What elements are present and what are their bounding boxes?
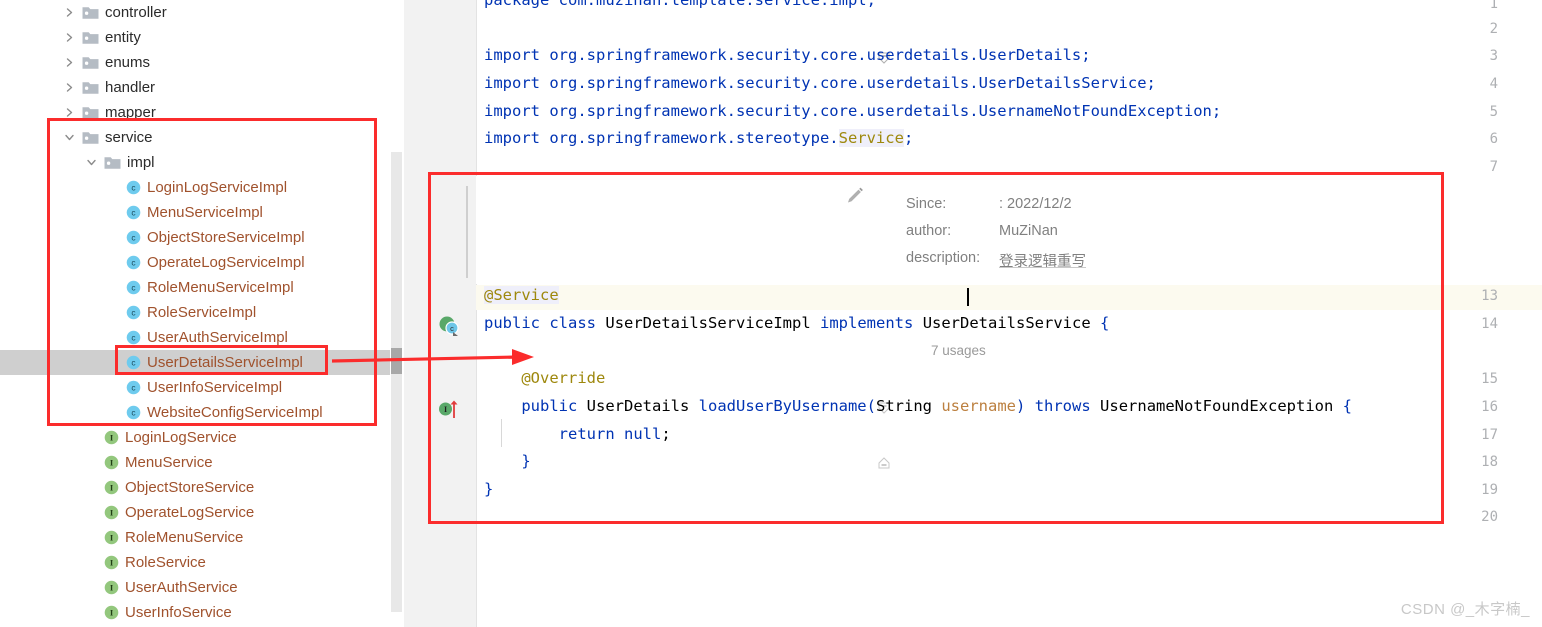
interface-icon: I bbox=[104, 455, 119, 470]
code-line-import-1[interactable]: import org.springframework.security.core… bbox=[484, 46, 1091, 64]
tree-item-objectstoreservice[interactable]: I ObjectStoreService bbox=[0, 475, 390, 500]
tree-item-label: enums bbox=[105, 54, 151, 71]
folder-icon bbox=[82, 80, 99, 95]
interface-icon: I bbox=[104, 480, 119, 495]
line-number: 15 bbox=[1481, 371, 1498, 387]
import-statement-2: import org.springframework.security.core… bbox=[484, 74, 1156, 92]
code-line-import-2[interactable]: import org.springframework.security.core… bbox=[484, 74, 1156, 92]
import-statement-4-class: Service bbox=[838, 129, 904, 147]
import-statement-4-end: ; bbox=[903, 129, 914, 147]
chevron-right-icon[interactable] bbox=[62, 0, 76, 25]
chevron-right-icon[interactable] bbox=[62, 75, 76, 100]
interface-icon: I bbox=[104, 530, 119, 545]
line-number: 7 bbox=[1489, 159, 1498, 175]
line-number: 4 bbox=[1489, 76, 1498, 92]
import-statement-1: import org.springframework.security.core… bbox=[484, 46, 1091, 64]
tree-item-entity[interactable]: entity bbox=[0, 25, 390, 50]
tree-item-label: UserAuthService bbox=[125, 579, 238, 596]
line-number: 5 bbox=[1489, 104, 1498, 120]
import-statement-4-prefix: import org.springframework.stereotype. bbox=[484, 129, 839, 147]
line-number: 13 bbox=[1481, 288, 1498, 304]
tree-item-rolemenuservice[interactable]: I RoleMenuService bbox=[0, 525, 390, 550]
tree-item-label: RoleMenuService bbox=[125, 529, 244, 546]
tree-item-menuservice[interactable]: I MenuService bbox=[0, 450, 390, 475]
ide-window: controller entity enums handler mapper servic… bbox=[0, 0, 1542, 627]
tree-item-label: MenuService bbox=[125, 454, 213, 471]
interface-icon: I bbox=[104, 505, 119, 520]
line-number: 3 bbox=[1489, 48, 1498, 64]
line-number: 2 bbox=[1489, 21, 1498, 37]
folder-icon bbox=[82, 30, 99, 45]
tree-item-label: handler bbox=[105, 79, 156, 96]
line-number: 18 bbox=[1481, 454, 1498, 470]
annotation-box-selected-class bbox=[115, 345, 328, 375]
tree-item-operatelogservice[interactable]: I OperateLogService bbox=[0, 500, 390, 525]
line-number: 20 bbox=[1481, 509, 1498, 525]
tree-item-controller[interactable]: controller bbox=[0, 0, 390, 25]
tree-item-userauthservice[interactable]: I UserAuthService bbox=[0, 575, 390, 600]
tree-item-label: LoginLogService bbox=[125, 429, 237, 446]
tree-item-userinfoservice[interactable]: I UserInfoService bbox=[0, 600, 390, 625]
code-line-import-3[interactable]: import org.springframework.security.core… bbox=[484, 102, 1221, 120]
folder-icon bbox=[82, 55, 99, 70]
annotation-box-service-package bbox=[47, 118, 377, 426]
tree-item-label: ObjectStoreService bbox=[125, 479, 255, 496]
folder-icon bbox=[82, 5, 99, 20]
tree-item-roleservice[interactable]: I RoleService bbox=[0, 550, 390, 575]
annotation-box-code-region bbox=[428, 172, 1444, 524]
code-line-import-4[interactable]: import org.springframework.stereotype.Se… bbox=[484, 129, 913, 147]
tree-item-loginlogservice[interactable]: I LoginLogService bbox=[0, 425, 390, 450]
watermark: CSDN @_木字楠_ bbox=[1400, 601, 1530, 618]
interface-icon: I bbox=[104, 555, 119, 570]
line-number: 16 bbox=[1481, 399, 1498, 415]
chevron-right-icon[interactable] bbox=[62, 50, 76, 75]
keyword-package: package com.muzinan.template.service.imp… bbox=[484, 0, 876, 9]
line-number: 1 bbox=[1489, 0, 1498, 12]
line-number: 19 bbox=[1481, 482, 1498, 498]
tree-item-label: UserInfoService bbox=[125, 604, 232, 621]
tree-item-label: controller bbox=[105, 4, 167, 21]
tree-item-enums[interactable]: enums bbox=[0, 50, 390, 75]
tree-item-handler[interactable]: handler bbox=[0, 75, 390, 100]
tree-scrollbar-thumb[interactable] bbox=[391, 348, 402, 374]
import-statement-3: import org.springframework.security.core… bbox=[484, 102, 1222, 120]
tree-item-label: RoleService bbox=[125, 554, 206, 571]
line-number: 17 bbox=[1481, 427, 1498, 443]
interface-icon: I bbox=[104, 580, 119, 595]
chevron-right-icon[interactable] bbox=[62, 25, 76, 50]
tree-item-label: OperateLogService bbox=[125, 504, 255, 521]
code-line-package[interactable]: package com.muzinan.template.service.imp… bbox=[484, 0, 876, 9]
line-number: 14 bbox=[1481, 316, 1498, 332]
tree-scrollbar-track[interactable] bbox=[391, 152, 402, 612]
line-number: 6 bbox=[1489, 131, 1498, 147]
interface-icon: I bbox=[104, 605, 119, 620]
tree-item-label: entity bbox=[105, 29, 141, 46]
interface-icon: I bbox=[104, 430, 119, 445]
